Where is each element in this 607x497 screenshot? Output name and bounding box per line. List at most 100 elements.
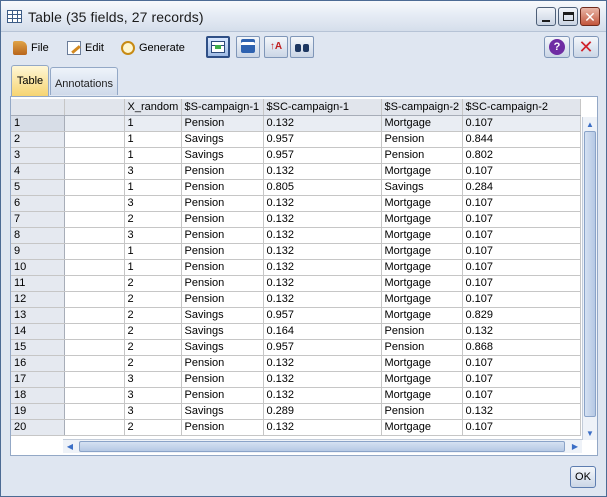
table-row[interactable]: 5 1 Pension 0.805 Savings 0.284 [11,179,581,196]
x-random-cell[interactable]: 3 [124,387,182,404]
sc-campaign-1-cell[interactable]: 0.957 [263,307,382,324]
s-campaign-2-cell[interactable]: Pension [381,147,463,164]
row-number-cell[interactable]: 9 [11,243,65,260]
x-random-cell[interactable]: 1 [124,131,182,148]
row-number-cell[interactable]: 3 [11,147,65,164]
s-campaign-2-cell[interactable]: Mortgage [381,371,463,388]
row-number-cell[interactable]: 19 [11,403,65,420]
sc-campaign-1-cell[interactable]: 0.957 [263,147,382,164]
s-campaign-2-cell[interactable]: Pension [381,403,463,420]
s-campaign-1-cell[interactable]: Pension [181,227,264,244]
sc-campaign-1-cell[interactable]: 0.957 [263,339,382,356]
row-number-cell[interactable]: 20 [11,419,65,436]
blank-cell[interactable] [64,371,125,388]
row-number-cell[interactable]: 8 [11,227,65,244]
blank-cell[interactable] [64,339,125,356]
s-campaign-2-cell[interactable]: Mortgage [381,419,463,436]
column-header-s-campaign-2[interactable]: $S-campaign-2 [381,99,463,116]
close-output-button[interactable]: ✕ [573,36,599,58]
s-campaign-1-cell[interactable]: Pension [181,355,264,372]
s-campaign-1-cell[interactable]: Pension [181,291,264,308]
sc-campaign-1-cell[interactable]: 0.132 [263,163,382,180]
s-campaign-1-cell[interactable]: Pension [181,195,264,212]
sc-campaign-2-cell[interactable]: 0.107 [462,243,581,260]
x-random-cell[interactable]: 1 [124,243,182,260]
table-row[interactable]: 10 1 Pension 0.132 Mortgage 0.107 [11,259,581,276]
table-row[interactable]: 7 2 Pension 0.132 Mortgage 0.107 [11,211,581,228]
blank-cell[interactable] [64,355,125,372]
window-close-button[interactable]: ✕ [580,7,600,26]
s-campaign-2-cell[interactable]: Pension [381,131,463,148]
sc-campaign-2-cell[interactable]: 0.107 [462,371,581,388]
s-campaign-1-cell[interactable]: Pension [181,419,264,436]
scroll-right-arrow-icon[interactable]: ▶ [568,440,582,453]
s-campaign-2-cell[interactable]: Mortgage [381,387,463,404]
maximize-button[interactable] [558,7,578,26]
blank-cell[interactable] [64,163,125,180]
row-number-cell[interactable]: 1 [11,115,65,132]
s-campaign-1-cell[interactable]: Savings [181,403,264,420]
sc-campaign-1-cell[interactable]: 0.132 [263,211,382,228]
s-campaign-1-cell[interactable]: Savings [181,147,264,164]
s-campaign-2-cell[interactable]: Mortgage [381,355,463,372]
x-random-cell[interactable]: 2 [124,307,182,324]
column-header-s-campaign-1[interactable]: $S-campaign-1 [181,99,264,116]
s-campaign-2-cell[interactable]: Mortgage [381,227,463,244]
x-random-cell[interactable]: 1 [124,115,182,132]
sc-campaign-1-cell[interactable]: 0.132 [263,195,382,212]
column-header-x-random[interactable]: X_random [124,99,182,116]
s-campaign-1-cell[interactable]: Pension [181,387,264,404]
table-row[interactable]: 17 3 Pension 0.132 Mortgage 0.107 [11,371,581,388]
row-number-cell[interactable]: 13 [11,307,65,324]
s-campaign-1-cell[interactable]: Pension [181,115,264,132]
ok-button[interactable]: OK [570,466,596,488]
x-random-cell[interactable]: 3 [124,163,182,180]
sc-campaign-2-cell[interactable]: 0.107 [462,355,581,372]
s-campaign-1-cell[interactable]: Savings [181,131,264,148]
table-row[interactable]: 1 1 Pension 0.132 Mortgage 0.107 [11,115,581,132]
sc-campaign-1-cell[interactable]: 0.132 [263,355,382,372]
s-campaign-1-cell[interactable]: Pension [181,243,264,260]
table-row[interactable]: 13 2 Savings 0.957 Mortgage 0.829 [11,307,581,324]
blank-cell[interactable] [64,195,125,212]
minimize-button[interactable] [536,7,556,26]
blank-cell[interactable] [64,323,125,340]
blank-cell[interactable] [64,291,125,308]
row-number-cell[interactable]: 12 [11,291,65,308]
table-row[interactable]: 18 3 Pension 0.132 Mortgage 0.107 [11,387,581,404]
sc-campaign-1-cell[interactable]: 0.132 [263,227,382,244]
s-campaign-1-cell[interactable]: Savings [181,307,264,324]
vertical-scroll-thumb[interactable] [584,131,596,417]
x-random-cell[interactable]: 2 [124,211,182,228]
blank-cell[interactable] [64,259,125,276]
sc-campaign-2-cell[interactable]: 0.107 [462,195,581,212]
scroll-down-arrow-icon[interactable]: ▼ [583,426,597,440]
row-number-cell[interactable]: 7 [11,211,65,228]
row-number-cell[interactable]: 4 [11,163,65,180]
x-random-cell[interactable]: 2 [124,291,182,308]
sc-campaign-2-cell[interactable]: 0.107 [462,163,581,180]
blank-cell[interactable] [64,387,125,404]
title-bar[interactable]: Table (35 fields, 27 records) ✕ [1,1,606,32]
x-random-cell[interactable]: 1 [124,179,182,196]
find-button[interactable] [290,36,314,58]
s-campaign-1-cell[interactable]: Pension [181,179,264,196]
row-number-cell[interactable]: 11 [11,275,65,292]
row-number-cell[interactable]: 10 [11,259,65,276]
sc-campaign-1-cell[interactable]: 0.132 [263,243,382,260]
sc-campaign-2-cell[interactable]: 0.802 [462,147,581,164]
scroll-up-arrow-icon[interactable]: ▲ [583,117,597,131]
blank-cell[interactable] [64,115,125,132]
sc-campaign-2-cell[interactable]: 0.107 [462,275,581,292]
table-row[interactable]: 15 2 Savings 0.957 Pension 0.868 [11,339,581,356]
x-random-cell[interactable]: 1 [124,259,182,276]
x-random-cell[interactable]: 2 [124,355,182,372]
blank-cell[interactable] [64,243,125,260]
table-row[interactable]: 11 2 Pension 0.132 Mortgage 0.107 [11,275,581,292]
table-row[interactable]: 20 2 Pension 0.132 Mortgage 0.107 [11,419,581,436]
x-random-cell[interactable]: 3 [124,195,182,212]
s-campaign-1-cell[interactable]: Pension [181,275,264,292]
sc-campaign-2-cell[interactable]: 0.107 [462,115,581,132]
sc-campaign-1-cell[interactable]: 0.132 [263,275,382,292]
sc-campaign-1-cell[interactable]: 0.289 [263,403,382,420]
